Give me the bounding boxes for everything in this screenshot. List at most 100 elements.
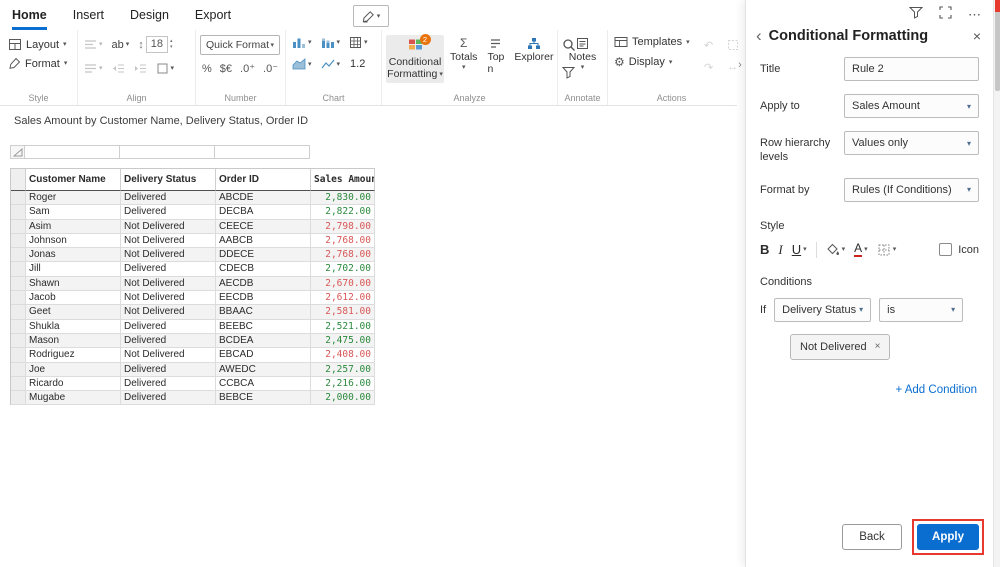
cell-delivery-status[interactable]: Not Delivered [121, 348, 216, 363]
tab-insert[interactable]: Insert [73, 0, 104, 30]
scrollbar-thumb[interactable] [995, 3, 1000, 91]
selection-frame-icon[interactable] [725, 39, 741, 54]
table-row[interactable]: Johnson Not Delivered AABCB 2,768.00 [11, 233, 375, 249]
cell-customer-name[interactable]: Sam [26, 205, 121, 220]
cell-sales-amount[interactable]: 2,670.00 [311, 276, 375, 292]
cell-delivery-status[interactable]: Delivered [121, 391, 216, 406]
percent-format-button[interactable]: % [202, 63, 212, 75]
row-handle[interactable] [11, 333, 26, 349]
cell-sales-amount[interactable]: 2,000.00 [311, 391, 375, 406]
cell-order-id[interactable]: CEECE [216, 219, 311, 234]
row-handle[interactable] [11, 219, 26, 234]
rule-title-input[interactable] [844, 57, 979, 81]
font-color-button[interactable]: A ▾ [854, 241, 868, 258]
table-row[interactable]: Rodriguez Not Delivered EBCAD 2,408.00 [11, 348, 375, 363]
cell-customer-name[interactable]: Mason [26, 333, 121, 349]
undo-icon[interactable]: ↶ [701, 39, 717, 54]
cell-delivery-status[interactable]: Delivered [121, 376, 216, 392]
row-handle[interactable] [11, 305, 26, 320]
increase-decimal-button[interactable]: .0⁺ [240, 62, 255, 75]
table-view-button[interactable]: ▾ [347, 35, 370, 50]
cell-delivery-status[interactable]: Not Delivered [121, 305, 216, 320]
cell-order-id[interactable]: EECDB [216, 291, 311, 306]
cell-delivery-status[interactable]: Not Delivered [121, 276, 216, 292]
cell-order-id[interactable]: BEEBC [216, 319, 311, 334]
cell-sales-amount[interactable]: 2,257.00 [311, 362, 375, 377]
sales-table[interactable]: Customer Name Delivery Status Order ID S… [10, 145, 375, 406]
cell-customer-name[interactable]: Johnson [26, 233, 121, 249]
currency-format-button[interactable]: $€ [220, 63, 232, 75]
line-chart-button[interactable]: ▾ [319, 57, 343, 71]
cell-sales-amount[interactable]: 2,612.00 [311, 291, 375, 306]
cell-order-id[interactable]: BBAAC [216, 305, 311, 320]
cell-sales-amount[interactable]: 2,768.00 [311, 248, 375, 263]
cell-customer-name[interactable]: Ricardo [26, 376, 121, 392]
templates-button[interactable]: Templates ▾ [612, 35, 692, 49]
table-corner-selector[interactable] [10, 145, 25, 159]
cell-sales-amount[interactable]: 2,822.00 [311, 205, 375, 220]
display-button[interactable]: ⚙ Display ▾ [612, 55, 692, 69]
back-button[interactable]: Back [842, 524, 902, 550]
stacked-chart-button[interactable]: ▾ [319, 35, 343, 50]
decimal-places-button[interactable]: 1.2 [347, 58, 368, 70]
panel-back-icon[interactable]: ‹ [756, 27, 762, 44]
italic-button[interactable]: I [778, 242, 782, 258]
cell-customer-name[interactable]: Roger [26, 191, 121, 206]
cell-sales-amount[interactable]: 2,768.00 [311, 233, 375, 249]
add-condition-link[interactable]: + Add Condition [762, 384, 977, 396]
fill-color-button[interactable]: ▾ [826, 243, 845, 256]
cell-delivery-status[interactable]: Not Delivered [121, 248, 216, 263]
icon-checkbox[interactable]: Icon [939, 243, 979, 257]
table-row[interactable]: Sam Delivered DECBA 2,822.00 [11, 205, 375, 220]
cell-delivery-status[interactable]: Delivered [121, 333, 216, 349]
cell-customer-name[interactable]: Mugabe [26, 391, 121, 406]
header-customer-name[interactable]: Customer Name [26, 169, 121, 191]
row-handle[interactable] [11, 233, 26, 249]
tab-design[interactable]: Design [130, 0, 169, 30]
fullscreen-button[interactable] [939, 5, 952, 24]
table-row[interactable]: Geet Not Delivered BBAAC 2,581.00 [11, 305, 375, 320]
cell-order-id[interactable]: DDECE [216, 248, 311, 263]
edit-mode-button[interactable]: ▾ [353, 5, 389, 27]
header-delivery-status[interactable]: Delivery Status [121, 169, 216, 191]
checkbox-icon[interactable] [939, 243, 953, 257]
cell-customer-name[interactable]: Jacob [26, 291, 121, 306]
bar-chart-button[interactable]: ▾ [290, 35, 314, 50]
cell-order-id[interactable]: AECDB [216, 276, 311, 292]
table-row[interactable]: Jill Delivered CDECB 2,702.00 [11, 262, 375, 277]
cell-border-button[interactable]: ▾ [154, 61, 177, 76]
row-handle[interactable] [11, 319, 26, 334]
cell-order-id[interactable]: BEBCE [216, 391, 311, 406]
top-n-button[interactable]: Top n [483, 35, 508, 77]
condition-field-select[interactable]: Delivery Status ▾ [774, 297, 872, 322]
conditional-formatting-button[interactable]: 2 Conditional Formatting ▾ [386, 34, 444, 83]
indent-increase-button[interactable] [132, 62, 149, 75]
more-options-icon[interactable]: ⋯ [968, 8, 981, 21]
cell-sales-amount[interactable]: 2,581.00 [311, 305, 375, 320]
indent-decrease-button[interactable] [110, 62, 127, 75]
tab-export[interactable]: Export [195, 0, 231, 30]
builder-cell[interactable] [120, 145, 215, 159]
cell-sales-amount[interactable]: 2,216.00 [311, 376, 375, 392]
cell-sales-amount[interactable]: 2,798.00 [311, 219, 375, 234]
tab-home[interactable]: Home [12, 0, 47, 30]
cell-customer-name[interactable]: Shukla [26, 319, 121, 334]
table-row[interactable]: Jonas Not Delivered DDECE 2,768.00 [11, 248, 375, 263]
vertical-align-button[interactable]: ▾ [82, 38, 105, 51]
row-handle[interactable] [11, 348, 26, 363]
format-button[interactable]: Format ▾ [4, 54, 73, 73]
notes-button[interactable]: Notes ▾ [565, 35, 600, 73]
cell-order-id[interactable]: BCDEA [216, 333, 311, 349]
condition-value-token[interactable]: Not Delivered × [790, 333, 891, 360]
table-row[interactable]: Shawn Not Delivered AECDB 2,670.00 [11, 276, 375, 292]
redo-icon[interactable]: ↷ [701, 61, 717, 74]
horizontal-align-button[interactable]: ▾ [82, 62, 105, 75]
row-handle[interactable] [11, 362, 26, 377]
cell-order-id[interactable]: ABCDE [216, 191, 311, 206]
border-style-button[interactable]: ▾ [877, 243, 896, 257]
row-hierarchy-select[interactable]: Values only ▾ [844, 131, 979, 155]
font-size-spinner[interactable]: ▴ ▾ [170, 38, 173, 50]
cell-order-id[interactable]: DECBA [216, 205, 311, 220]
table-row[interactable]: Asim Not Delivered CEECE 2,798.00 [11, 219, 375, 234]
apply-to-select[interactable]: Sales Amount ▾ [844, 94, 979, 118]
